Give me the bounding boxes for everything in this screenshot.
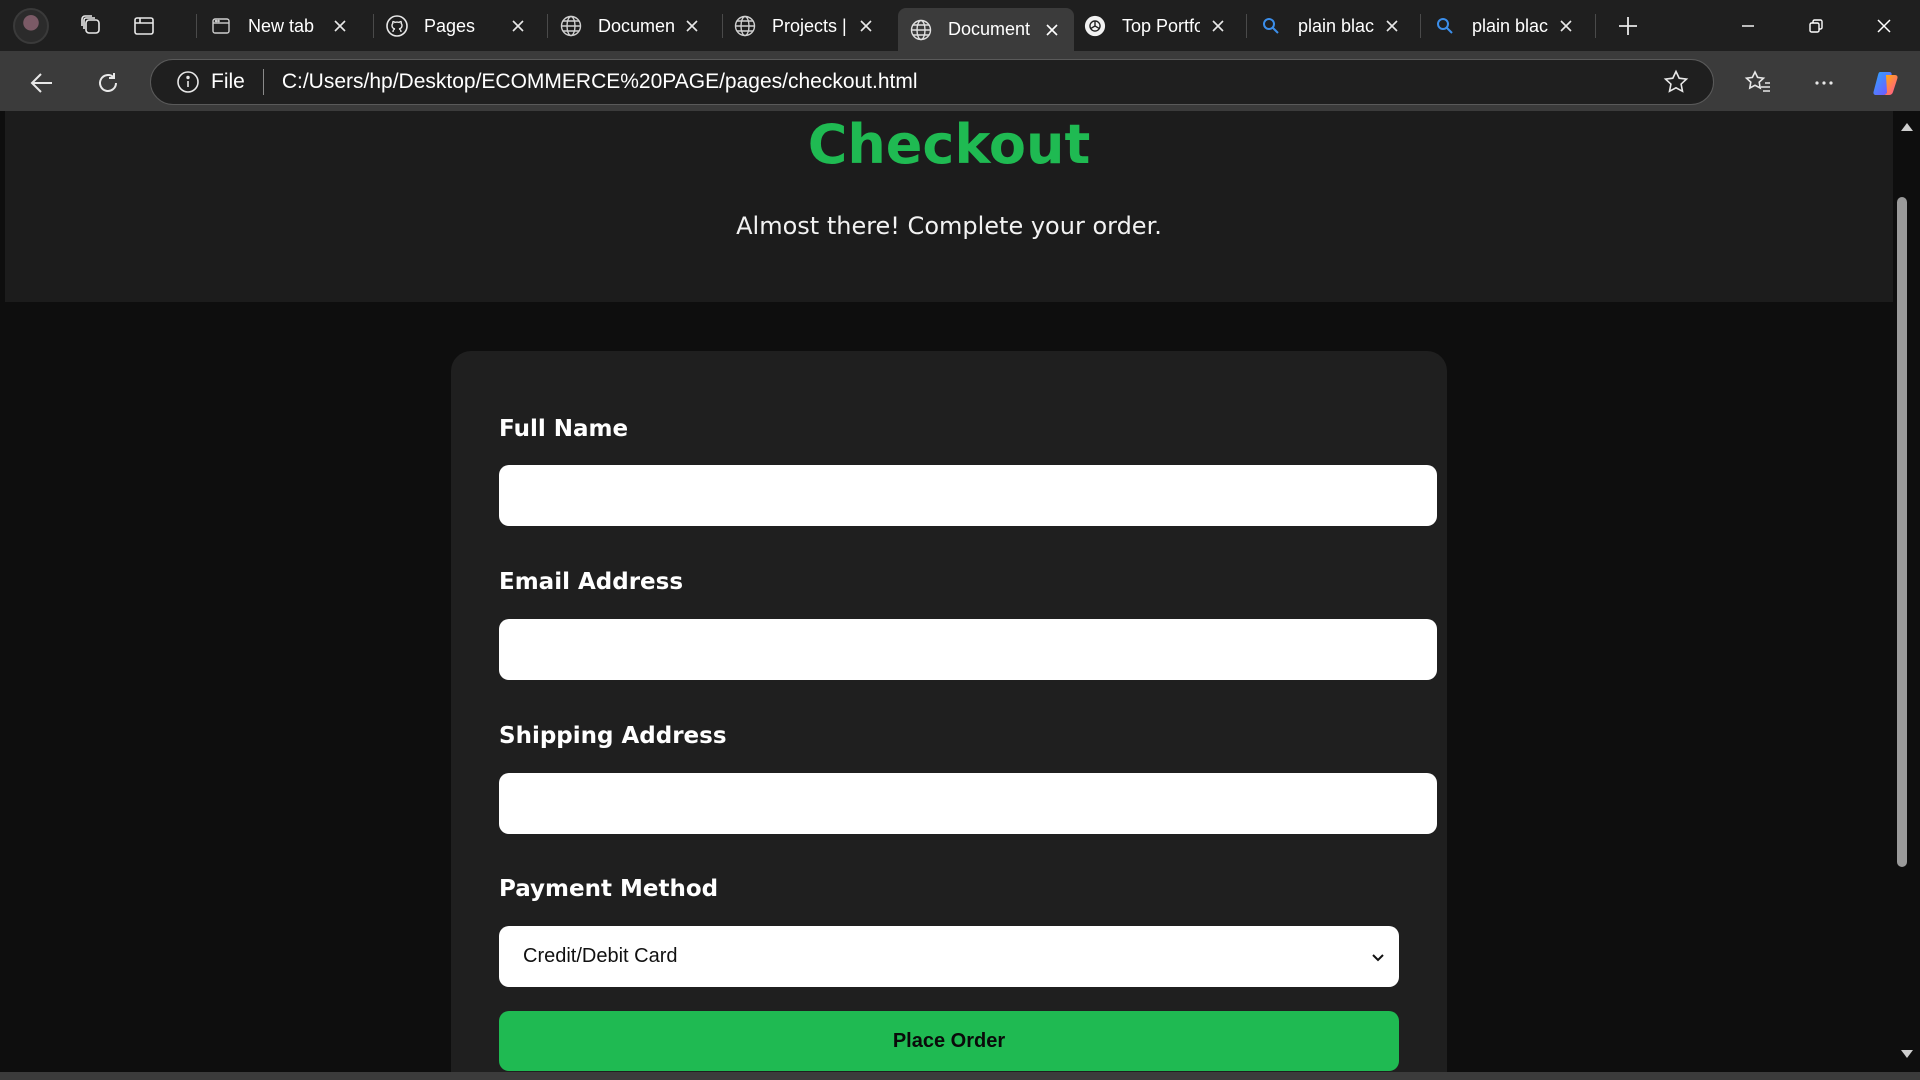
scroll-down-arrow-icon[interactable] <box>1899 1046 1915 1062</box>
browser-toolbar: File C:/Users/hp/Desktop/ECOMMERCE%20PAG… <box>0 51 1920 111</box>
globe-icon <box>910 19 932 41</box>
address-bar[interactable]: File C:/Users/hp/Desktop/ECOMMERCE%20PAG… <box>150 59 1714 105</box>
place-order-button[interactable]: Place Order <box>499 1011 1399 1071</box>
scroll-thumb[interactable] <box>1897 197 1907 867</box>
refresh-icon[interactable] <box>90 65 126 101</box>
page-title: Checkout <box>807 113 1091 176</box>
tab-pages[interactable]: Pages <box>374 8 540 44</box>
full-name-label: Full Name <box>499 416 629 442</box>
minimize-icon[interactable] <box>1718 8 1778 44</box>
site-info-icon[interactable] <box>175 69 201 95</box>
vertical-tabs-icon[interactable] <box>128 10 160 42</box>
close-tab-icon[interactable] <box>1208 16 1228 36</box>
close-tab-icon[interactable] <box>856 16 876 36</box>
tab-search-plain-black[interactable]: plain black <box>1248 8 1414 44</box>
close-tab-icon[interactable] <box>1042 20 1062 40</box>
tab-label: Document <box>598 15 674 36</box>
close-tab-icon[interactable] <box>508 16 528 36</box>
tab-label: plain black <box>1298 15 1374 36</box>
tab-new-tab[interactable]: New tab <box>198 8 362 44</box>
tab-label: New tab <box>248 15 315 36</box>
page-scrollbar[interactable] <box>1893 111 1920 1072</box>
tab-label: Pages <box>424 15 476 36</box>
scroll-up-arrow-icon[interactable] <box>1899 119 1915 135</box>
globe-icon <box>734 15 756 37</box>
new-tab-icon <box>210 15 232 37</box>
email-input[interactable] <box>499 619 1437 680</box>
payment-method-value: Credit/Debit Card <box>523 945 678 967</box>
tab-search-plain-black-2[interactable]: plain black <box>1422 8 1588 44</box>
shipping-address-label: Shipping Address <box>499 723 727 749</box>
tab-document-active[interactable]: Document <box>898 8 1074 51</box>
payment-method-select[interactable]: Credit/Debit Card <box>499 926 1399 987</box>
checkout-form: Full Name Email Address Shipping Address… <box>451 351 1447 1072</box>
new-tab-plus-icon[interactable] <box>1612 10 1644 42</box>
restore-icon[interactable] <box>1786 8 1846 44</box>
window-bottom-edge <box>0 1072 1920 1080</box>
tab-label: Top Portfo <box>1122 15 1200 36</box>
search-icon <box>1434 15 1456 37</box>
back-arrow-icon[interactable] <box>24 65 60 101</box>
globe-icon <box>560 15 582 37</box>
profile-avatar[interactable] <box>13 8 49 44</box>
email-label: Email Address <box>499 569 684 595</box>
close-tab-icon[interactable] <box>330 16 350 36</box>
openai-icon <box>1084 15 1106 37</box>
tab-label: Document <box>948 19 1031 39</box>
favorite-star-icon[interactable] <box>1661 67 1691 97</box>
workspaces-icon[interactable] <box>76 10 108 42</box>
tab-strip: New tab Pages Document Projects | C <box>0 0 1920 51</box>
copilot-icon[interactable] <box>1868 65 1904 101</box>
tab-top-portfolio[interactable]: Top Portfo <box>1072 8 1240 44</box>
close-tab-icon[interactable] <box>1382 16 1402 36</box>
chevron-down-icon <box>1367 946 1389 968</box>
tab-label: Projects | C <box>772 15 848 36</box>
tab-document[interactable]: Document <box>548 8 714 44</box>
github-icon <box>386 15 408 37</box>
page-subtitle: Almost there! Complete your order. <box>736 212 1162 240</box>
url-text[interactable]: C:/Users/hp/Desktop/ECOMMERCE%20PAGE/pag… <box>282 70 1661 94</box>
full-name-input[interactable] <box>499 465 1437 526</box>
shipping-address-input[interactable] <box>499 773 1437 834</box>
tab-projects[interactable]: Projects | C <box>722 8 888 44</box>
payment-method-label: Payment Method <box>499 876 719 902</box>
close-tab-icon[interactable] <box>682 16 702 36</box>
search-icon <box>1260 15 1282 37</box>
more-options-icon[interactable] <box>1806 65 1842 101</box>
scheme-label: File <box>211 70 245 93</box>
tab-label: plain black <box>1472 15 1548 36</box>
page-header: Checkout Almost there! Complete your ord… <box>5 111 1893 302</box>
favorites-icon[interactable] <box>1740 65 1776 101</box>
page-viewport: Checkout Almost there! Complete your ord… <box>5 111 1893 1072</box>
window-close-icon[interactable] <box>1854 8 1914 44</box>
close-tab-icon[interactable] <box>1556 16 1576 36</box>
